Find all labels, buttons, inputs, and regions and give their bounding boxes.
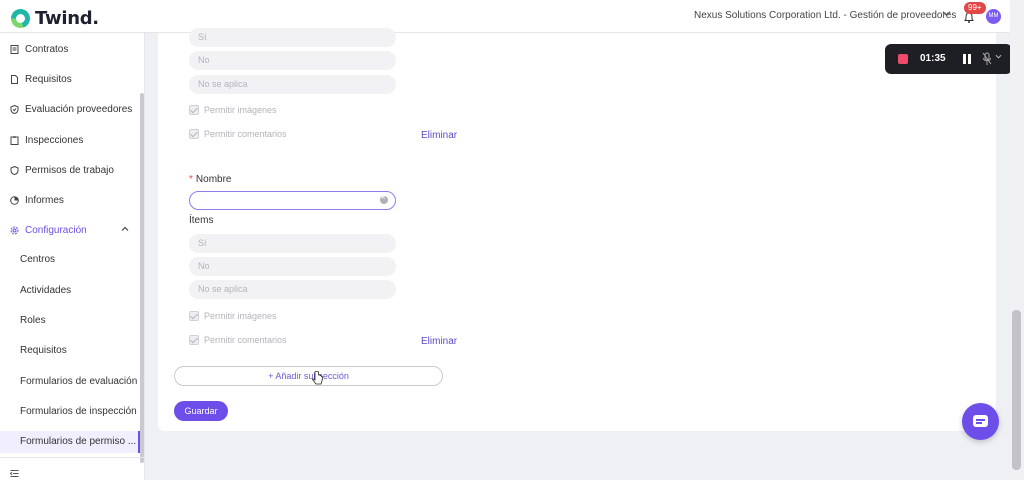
file-icon [10,74,19,84]
sidebar-subitem-roles[interactable]: Roles [0,310,140,332]
top-bar: Twind. Nexus Solutions Corporation Ltd. … [0,0,1010,33]
notification-badge: 99+ [964,2,986,14]
sidebar-item-permisos[interactable]: Permisos de trabajo [0,159,140,181]
logo-text: Twind. [35,7,99,29]
sidebar-item-requisitos[interactable]: Requisitos [0,68,140,90]
sidebar-subitem-centros[interactable]: Centros [0,249,140,271]
name-label-text: Nombre [195,174,232,185]
sidebar-item-evaluacion[interactable]: Evaluación proveedores [0,98,140,120]
allow-images-checkbox[interactable] [189,105,199,115]
required-marker: * [189,174,193,185]
chevron-down-icon[interactable] [942,9,951,21]
sidebar-subitem-formularios-permiso[interactable]: Formularios de permiso ... [0,431,140,453]
sidebar-footer [0,457,145,480]
name-field-label: * Nombre [189,174,231,185]
allow-comments-label: Permitir comentarios [204,129,287,139]
screen-recorder-widget: 01:35 [885,44,1012,74]
allow-comments-checkbox[interactable] [189,335,199,345]
sidebar-subitem-label: Formularios de evaluación [20,376,138,387]
sidebar-item-contratos[interactable]: Contratos [0,38,140,60]
clipboard-icon [10,135,19,145]
sidebar-subitem-label: Formularios de inspección [20,406,137,417]
sidebar-item-label: Contratos [25,43,69,55]
pie-chart-icon [10,195,19,205]
mic-muted-icon[interactable] [982,52,992,66]
allow-images-label: Permitir imágenes [204,105,277,115]
page-scrollbar-thumb[interactable] [1012,310,1021,470]
mouse-cursor-icon [312,371,324,390]
shield-check-icon [10,104,19,114]
allow-images-checkbox[interactable] [189,311,199,321]
chevron-down-icon[interactable] [995,53,1002,62]
sidebar-item-informes[interactable]: Informes [0,189,140,211]
sidebar: Contratos Requisitos Evaluación proveedo… [0,33,145,480]
delete-subsection-link[interactable]: Eliminar [421,336,457,347]
save-button[interactable]: Guardar [174,401,228,421]
item-option-no[interactable]: No [189,51,396,70]
sidebar-item-label: Informes [25,194,64,206]
stop-recording-button[interactable] [898,54,908,64]
app-logo[interactable]: Twind. [11,7,99,29]
document-icon [10,44,19,54]
sidebar-subitem-label: Actividades [20,285,72,296]
item-option-no[interactable]: No [189,257,396,276]
sidebar-subitem-actividades[interactable]: Actividades [0,280,140,302]
sidebar-subitem-requisitos[interactable]: Requisitos [0,340,140,362]
sidebar-scrollbar[interactable] [140,93,144,463]
shield-icon [10,165,19,175]
sidebar-subitem-formularios-inspeccion[interactable]: Formularios de inspección [0,401,140,423]
sidebar-item-label: Evaluación proveedores [25,103,133,115]
sidebar-subitem-label: Centros [20,254,56,265]
add-subsection-button[interactable]: + Añadir subsección [174,366,443,386]
sidebar-item-inspecciones[interactable]: Inspecciones [0,129,140,151]
name-input[interactable] [189,191,396,210]
sidebar-item-label: Permisos de trabajo [25,164,114,176]
collapse-menu-icon[interactable] [9,465,19,477]
sidebar-item-label: Inspecciones [25,134,84,146]
pause-icon[interactable] [963,54,971,64]
sidebar-subitem-label: Roles [20,315,46,326]
items-label: Ítems [189,215,214,226]
sidebar-item-label: Configuración [25,224,87,236]
sidebar-subitem-label: Requisitos [20,345,67,356]
item-option-no-aplica[interactable]: No se aplica [189,280,396,299]
clear-input-icon[interactable] [380,193,388,204]
delete-subsection-link[interactable]: Eliminar [421,130,457,141]
sidebar-subitem-formularios-evaluacion[interactable]: Formularios de evaluación [0,371,140,393]
item-option-si[interactable]: Sí [189,28,396,47]
recording-timer: 01:35 [920,53,946,64]
company-selector[interactable]: Nexus Solutions Corporation Ltd. - Gesti… [694,10,956,21]
twind-logo-icon [11,8,30,28]
gear-icon [10,226,19,235]
allow-comments-checkbox[interactable] [189,129,199,139]
item-option-no-aplica[interactable]: No se aplica [189,75,396,94]
chat-button[interactable] [962,403,999,440]
sidebar-subitem-label: Formularios de permiso ... [20,436,137,447]
sidebar-item-label: Requisitos [25,73,72,85]
item-option-si[interactable]: Sí [189,234,396,253]
allow-comments-label: Permitir comentarios [204,335,287,345]
chevron-up-icon [121,225,129,236]
chat-icon [973,415,988,427]
allow-images-label: Permitir imágenes [204,311,277,321]
sidebar-item-configuracion[interactable]: Configuración [0,219,140,241]
avatar[interactable]: MM [986,9,1001,24]
